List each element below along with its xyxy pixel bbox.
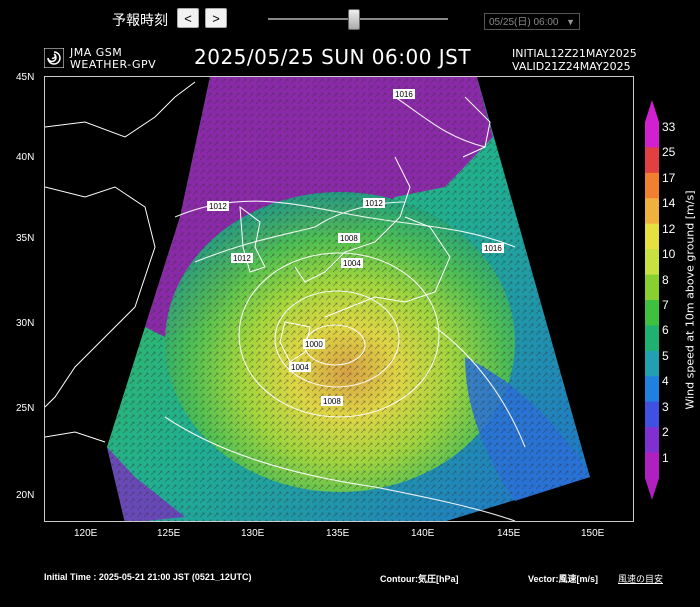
lon-label: 125E <box>157 528 181 539</box>
time-slider-thumb[interactable] <box>347 9 360 30</box>
isobar-label: 1012 <box>231 253 253 263</box>
chevron-down-icon: ▼ <box>566 17 575 27</box>
colorbar-tick-label: 17 <box>662 170 676 185</box>
svg-text:1008: 1008 <box>340 234 358 243</box>
colorbar-segment <box>645 401 659 428</box>
colorbar-segment <box>645 376 659 403</box>
svg-text:1004: 1004 <box>291 363 309 372</box>
wind-map-canvas: 1016 1012 1012 1012 1008 1004 1000 1004 … <box>45 77 590 521</box>
svg-text:1012: 1012 <box>209 202 227 211</box>
colorbar-segment <box>645 300 659 326</box>
lon-label: 145E <box>497 528 521 539</box>
initial-time-code: INITIAL12Z21MAY2025 <box>512 47 637 60</box>
isobar-label: 1004 <box>289 362 311 372</box>
colorbar-tick-label: 10 <box>662 247 676 262</box>
svg-text:1016: 1016 <box>484 244 502 253</box>
svg-text:1008: 1008 <box>323 397 341 406</box>
colorbar-segment <box>645 122 659 148</box>
lat-label: 45N <box>16 72 35 83</box>
svg-text:1012: 1012 <box>365 199 383 208</box>
isobar-label: 1008 <box>321 396 343 406</box>
colorbar-title: Wind speed at 10m above ground [m/s] <box>683 190 697 410</box>
colorbar-tick-label: 33 <box>662 120 676 134</box>
lon-label: 130E <box>241 528 265 539</box>
isobar-label: 1004 <box>341 258 363 268</box>
colorbar-tick-label: 3 <box>662 399 669 414</box>
colorbar-bottom-arrow <box>645 478 659 500</box>
lon-label: 135E <box>326 528 350 539</box>
colorbar-top-arrow <box>645 100 659 122</box>
colorbar-tick-label: 25 <box>662 145 676 160</box>
footer-contour: Contour:気圧[hPa] <box>380 574 459 584</box>
colorbar-segment <box>645 198 659 225</box>
footer-initial-time: Initial Time : 2025-05-21 21:00 JST (052… <box>44 572 252 582</box>
svg-text:1004: 1004 <box>343 259 361 268</box>
colorbar-segment <box>645 350 659 377</box>
colorbar-tick-label: 4 <box>662 374 669 389</box>
colorbar-tick-label: 8 <box>662 272 669 287</box>
lon-label: 140E <box>411 528 435 539</box>
svg-text:1016: 1016 <box>395 90 413 99</box>
map-title: 2025/05/25 SUN 06:00 JST <box>194 45 472 69</box>
colorbar-tick-label: 14 <box>662 196 676 211</box>
time-select-dropdown[interactable]: 05/25(日) 06:00 ▼ <box>484 13 580 30</box>
lat-label: 40N <box>16 152 35 163</box>
forecast-time-label: 予報時刻 <box>112 13 168 29</box>
colorbar-segment <box>645 249 659 276</box>
init-valid-text: INITIAL12Z21MAY2025 VALID21Z24MAY2025 <box>512 47 637 73</box>
valid-time-code: VALID21Z24MAY2025 <box>512 60 631 73</box>
colorbar-segment <box>645 427 659 454</box>
isobar-label: 1012 <box>207 201 229 211</box>
isobar-label: 1016 <box>482 243 504 253</box>
isobar-label: 1000 <box>303 339 325 349</box>
lat-label: 30N <box>16 318 35 329</box>
logo-text: JMA GSM WEATHER-GPV <box>70 47 156 71</box>
lat-label: 35N <box>16 233 35 244</box>
colorbar-tick-label: 6 <box>662 323 669 338</box>
colorbar-tick-label: 12 <box>662 221 676 236</box>
wind-map: 1016 1012 1012 1012 1008 1004 1000 1004 … <box>44 76 634 522</box>
control-bar: 予報時刻 < > 05/25(日) 06:00 ▼ <box>0 0 700 36</box>
lat-label: 25N <box>16 403 35 414</box>
wind-speed-colorbar <box>645 100 659 500</box>
lat-label: 20N <box>16 490 35 501</box>
svg-text:1012: 1012 <box>233 254 251 263</box>
colorbar-segment <box>645 452 659 479</box>
logo-line-2: WEATHER-GPV <box>70 58 157 71</box>
lon-label: 120E <box>74 528 98 539</box>
colorbar-segment <box>645 172 659 199</box>
footer-vector: Vector:風速[m/s] <box>528 574 599 584</box>
colorbar-tick-label: 1 <box>662 450 669 465</box>
selected-time: 05/25(日) 06:00 <box>489 17 559 28</box>
colorbar-tick-label: 5 <box>662 348 669 363</box>
colorbar-segment <box>645 147 659 174</box>
colorbar-segment <box>645 325 659 352</box>
jma-logo-icon <box>44 48 64 68</box>
colorbar-segment <box>645 223 659 250</box>
isobar-label: 1012 <box>363 198 385 208</box>
isobar-label: 1008 <box>338 233 360 243</box>
isobar-label: 1016 <box>393 89 415 99</box>
svg-text:1000: 1000 <box>305 340 323 349</box>
next-time-button[interactable]: > <box>205 8 227 28</box>
lon-label: 150E <box>581 528 605 539</box>
colorbar-segment <box>645 274 659 301</box>
colorbar-tick-label: 2 <box>662 425 669 440</box>
colorbar-tick-label: 7 <box>662 298 669 312</box>
wind-guide-link[interactable]: 風速の目安 <box>618 572 663 585</box>
prev-time-button[interactable]: < <box>177 8 199 28</box>
